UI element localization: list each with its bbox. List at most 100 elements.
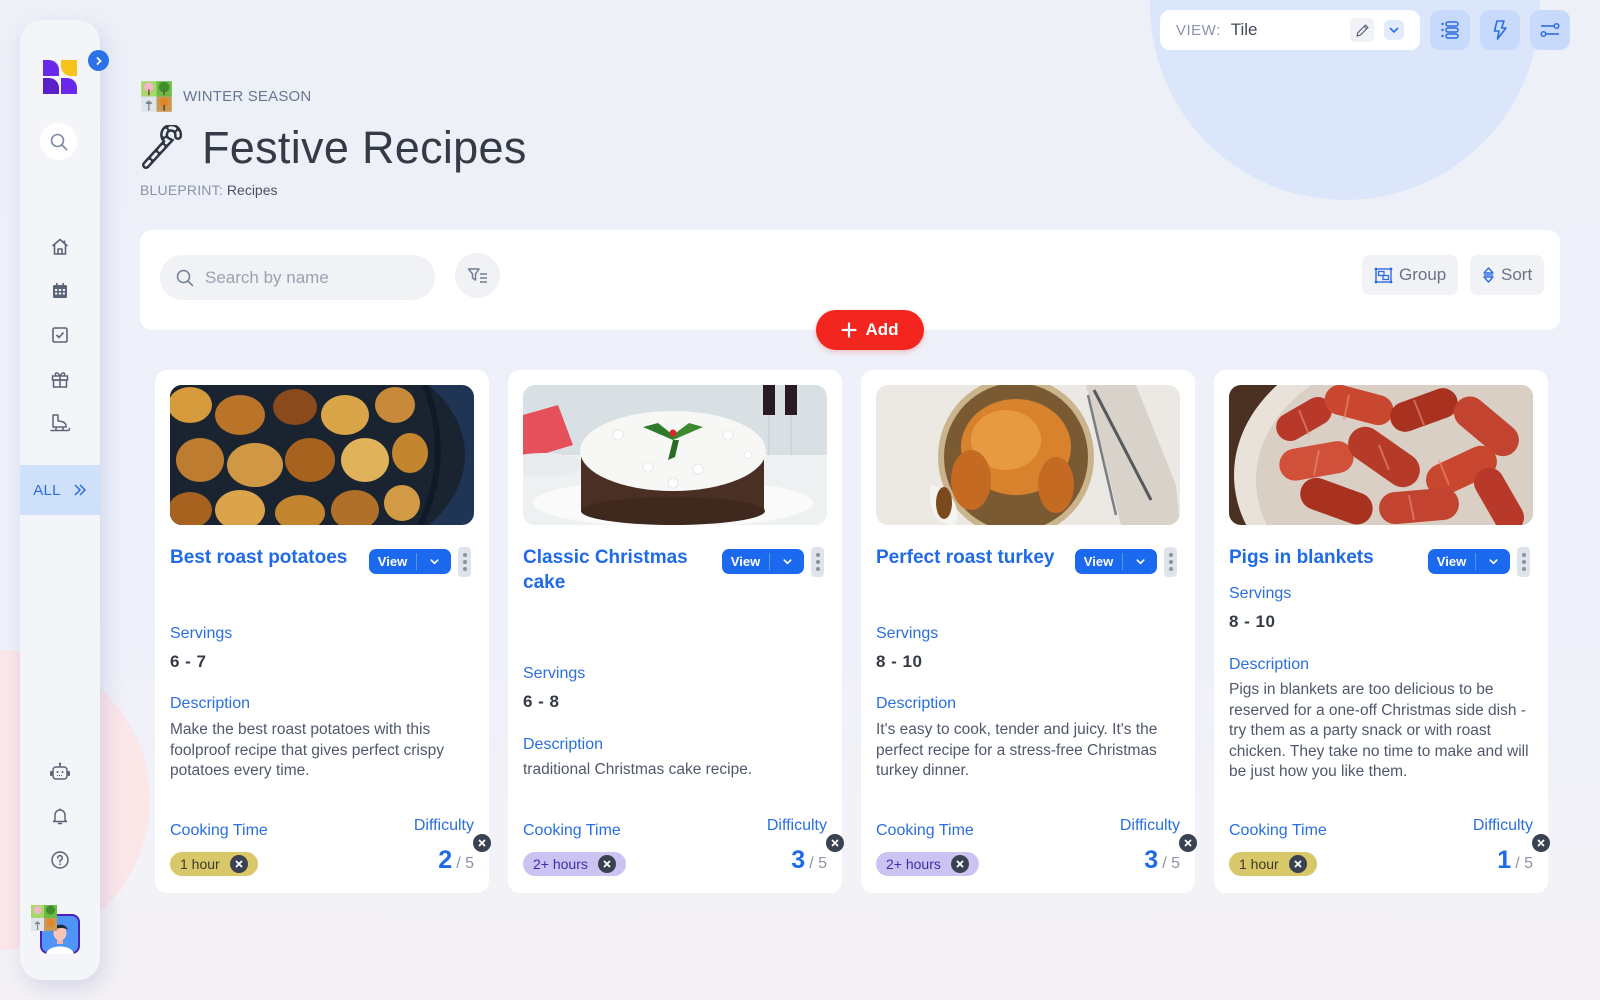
expand-sidebar-button[interactable] xyxy=(88,50,109,71)
clear-difficulty-button[interactable] xyxy=(1179,834,1197,852)
dot xyxy=(1521,560,1526,564)
sidebar-item-tasks[interactable] xyxy=(20,318,100,352)
view-button[interactable]: View xyxy=(722,553,770,570)
recipe-card[interactable]: Classic Christmas cake View Servings 6 -… xyxy=(508,370,844,893)
sidebar-all-label: ALL xyxy=(33,481,61,499)
recipe-card[interactable]: Pigs in blankets View Servings 8 - 10 De… xyxy=(1214,370,1550,893)
view-options-button[interactable] xyxy=(417,556,451,567)
add-button[interactable]: Add xyxy=(816,310,924,350)
dot xyxy=(1168,567,1173,571)
servings-value: 8 - 10 xyxy=(876,652,923,671)
search-icon xyxy=(50,133,67,150)
close-icon xyxy=(478,839,486,847)
search-input[interactable] xyxy=(205,267,415,288)
view-options-button[interactable] xyxy=(770,556,804,567)
cooking-time-label: Cooking Time xyxy=(523,822,621,839)
recipe-card[interactable]: Perfect roast turkey View Servings 8 - 1… xyxy=(861,370,1197,893)
recipe-image[interactable] xyxy=(170,385,474,525)
view-dropdown-button[interactable] xyxy=(1384,20,1404,40)
home-icon xyxy=(51,238,69,255)
sidebar: ALL xyxy=(20,20,109,980)
recipe-title[interactable]: Classic Christmas cake xyxy=(523,545,703,595)
difficulty-max: / 5 xyxy=(1162,855,1180,872)
servings-label: Servings xyxy=(1229,585,1292,602)
filter-button[interactable] xyxy=(455,253,500,298)
view-options-button[interactable] xyxy=(1476,556,1510,567)
checkbox-icon xyxy=(52,327,68,343)
sidebar-item-help[interactable] xyxy=(20,843,100,877)
dot xyxy=(462,560,467,564)
edit-view-button[interactable] xyxy=(1350,18,1374,42)
recipe-title[interactable]: Pigs in blankets xyxy=(1229,545,1429,570)
clear-difficulty-button[interactable] xyxy=(826,834,844,852)
remove-chip-button[interactable] xyxy=(597,855,616,873)
sidebar-all-button[interactable]: ALL xyxy=(20,465,100,515)
season-badge xyxy=(30,904,58,932)
recipe-image[interactable] xyxy=(523,385,827,525)
gift-icon xyxy=(51,372,69,388)
recipe-title[interactable]: Perfect roast turkey xyxy=(876,545,1056,570)
remove-chip-button[interactable] xyxy=(950,855,969,873)
blueprint-value[interactable]: Recipes xyxy=(227,182,278,198)
view-settings-button[interactable] xyxy=(1530,10,1570,50)
sidebar-item-skating[interactable] xyxy=(20,406,100,440)
difficulty-label: Difficulty xyxy=(413,817,474,834)
group-button[interactable]: Group xyxy=(1362,255,1459,295)
view-selector[interactable]: VIEW: Tile xyxy=(1160,10,1420,50)
clear-difficulty-button[interactable] xyxy=(473,834,491,852)
recipe-image[interactable] xyxy=(876,385,1180,525)
clear-difficulty-button[interactable] xyxy=(1532,834,1550,852)
recipe-card[interactable]: Best roast potatoes View Servings 6 - 7 … xyxy=(155,370,491,893)
search-box[interactable] xyxy=(160,255,435,300)
view-button[interactable]: View xyxy=(1075,553,1123,570)
season-breadcrumb[interactable]: WINTER SEASON xyxy=(140,80,311,113)
close-icon xyxy=(235,860,243,868)
remove-chip-button[interactable] xyxy=(229,855,248,873)
difficulty-label: Difficulty xyxy=(766,817,827,834)
dot xyxy=(815,567,820,571)
sidebar-item-notifications[interactable] xyxy=(20,799,100,833)
list-settings-button[interactable] xyxy=(1430,10,1470,50)
sidebar-item-calendar[interactable] xyxy=(20,274,100,308)
description-label: Description xyxy=(1229,656,1310,673)
more-options-button[interactable] xyxy=(1164,547,1177,577)
candy-cane-icon xyxy=(142,125,183,169)
help-icon xyxy=(51,851,69,869)
servings-value: 6 - 8 xyxy=(523,692,560,711)
close-icon xyxy=(1184,839,1192,847)
more-options-button[interactable] xyxy=(458,547,471,577)
close-icon xyxy=(1537,839,1545,847)
dot xyxy=(462,553,467,557)
view-button[interactable]: View xyxy=(1428,553,1476,570)
cooking-time-value: 1 hour xyxy=(1239,856,1279,872)
view-split-button[interactable]: View xyxy=(1075,549,1157,574)
cooking-time-value: 2+ hours xyxy=(886,856,941,872)
view-split-button[interactable]: View xyxy=(722,549,804,574)
difficulty-rating: 2 / 5 xyxy=(438,846,474,875)
sort-button[interactable]: Sort xyxy=(1470,255,1545,295)
view-split-button[interactable]: View xyxy=(1428,549,1510,574)
season-label: WINTER SEASON xyxy=(183,88,312,105)
more-options-button[interactable] xyxy=(1517,547,1530,577)
view-options-button[interactable] xyxy=(1123,556,1157,567)
servings-label: Servings xyxy=(876,625,939,642)
chevron-down-icon xyxy=(429,559,439,565)
automations-button[interactable] xyxy=(1480,10,1520,50)
app-logo[interactable] xyxy=(43,60,77,94)
recipe-title[interactable]: Best roast potatoes xyxy=(170,545,350,570)
remove-chip-button[interactable] xyxy=(1288,855,1307,873)
view-split-button[interactable]: View xyxy=(369,549,451,574)
more-options-button[interactable] xyxy=(811,547,824,577)
cooking-time-chip: 1 hour xyxy=(170,852,258,876)
sidebar-item-gifts[interactable] xyxy=(20,362,100,396)
sidebar-item-assistant[interactable] xyxy=(20,755,100,789)
sidebar-item-home[interactable] xyxy=(20,230,100,264)
user-profile[interactable] xyxy=(30,905,90,962)
sidebar-search-button[interactable] xyxy=(40,123,77,160)
close-icon xyxy=(831,839,839,847)
view-button[interactable]: View xyxy=(369,553,417,570)
close-icon xyxy=(603,860,611,868)
recipe-image[interactable] xyxy=(1229,385,1533,525)
close-icon xyxy=(1294,860,1302,868)
blueprint-key: BLUEPRINT: xyxy=(140,182,223,198)
